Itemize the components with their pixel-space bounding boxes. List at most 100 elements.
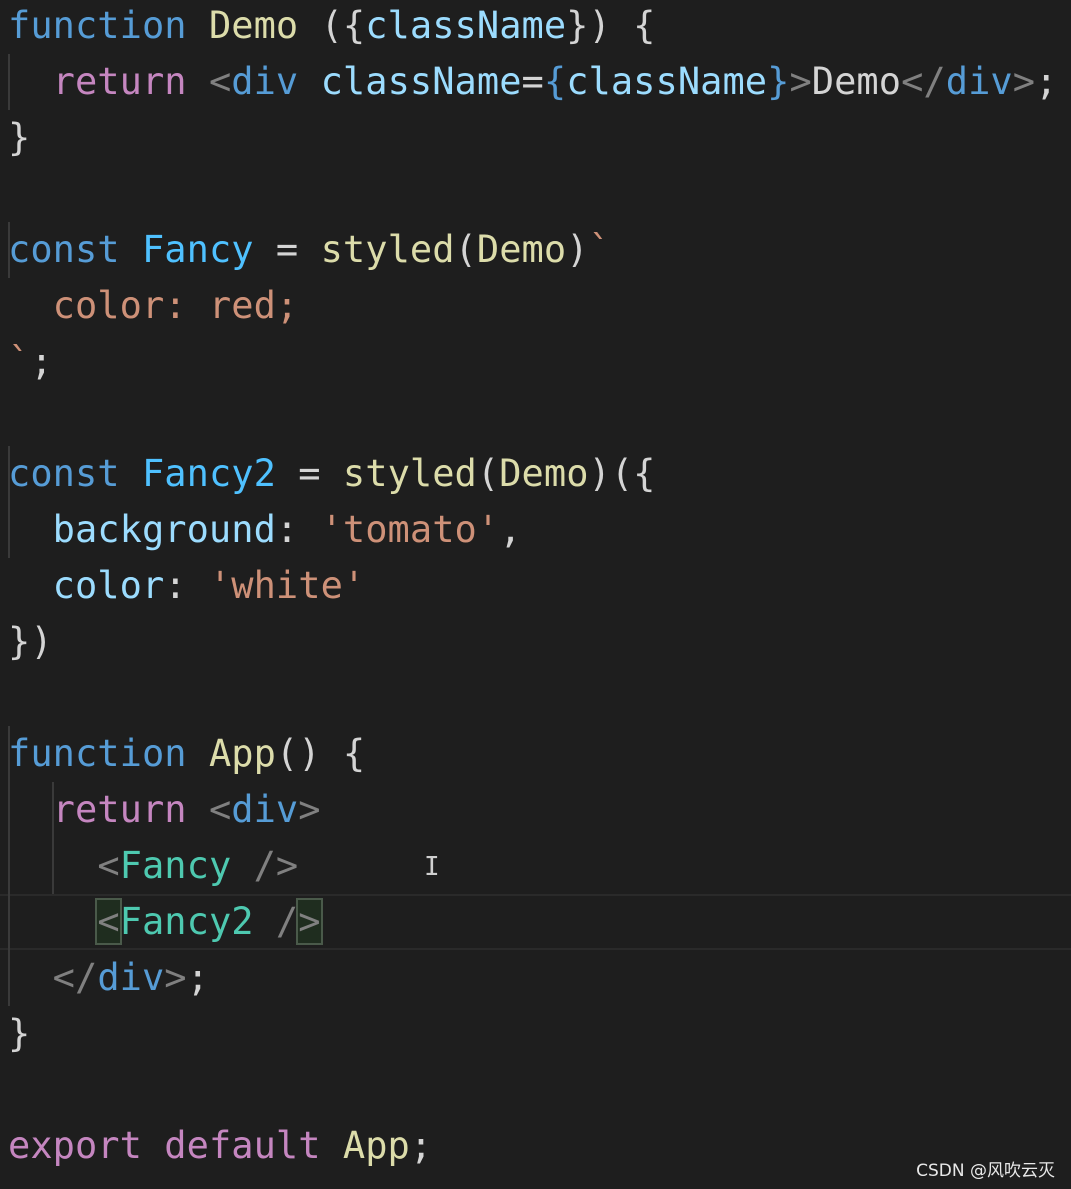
code-line-18[interactable]: </div>; <box>0 950 1071 1006</box>
code-line-9[interactable]: const Fancy2 = styled(Demo)({ <box>0 446 1071 502</box>
code-token-text: , <box>499 508 522 551</box>
code-line-6[interactable]: color: red; <box>0 278 1071 334</box>
code-token-tag-punct: < <box>208 788 232 831</box>
code-token-keyword: div <box>97 956 165 999</box>
code-token-string: ` <box>588 228 611 271</box>
code-token-text: } <box>8 116 31 159</box>
code-token-text: )({ <box>588 452 656 495</box>
code-token-string: ` <box>8 340 31 383</box>
code-token-control: return <box>52 788 187 831</box>
code-token-control: export <box>8 1124 142 1167</box>
code-token-text: ) <box>566 228 589 271</box>
code-line-5[interactable]: const Fancy = styled(Demo)` <box>0 222 1071 278</box>
indent-guide <box>8 446 10 502</box>
code-token-variable: background <box>52 508 276 551</box>
code-line-16[interactable]: <Fancy /> <box>0 838 1071 894</box>
code-token-keyword: div <box>231 60 299 103</box>
code-token-function-name: App <box>208 732 276 775</box>
code-token-text: ( <box>454 228 477 271</box>
indent-guide <box>8 726 10 782</box>
code-token-string: color: red; <box>52 284 299 327</box>
code-line-1[interactable]: function Demo ({className}) { <box>0 0 1071 54</box>
code-line-17[interactable]: <Fancy2 /> <box>0 894 1071 950</box>
indent-guide <box>8 950 10 1006</box>
indent-guide <box>8 894 10 950</box>
code-token-text: ; <box>409 1124 433 1167</box>
code-token-string: 'tomato' <box>320 508 500 551</box>
code-token-text: = <box>253 228 321 271</box>
code-line-20[interactable] <box>0 1062 1071 1118</box>
code-token-string: 'white' <box>208 564 366 607</box>
code-token-text: : <box>275 508 321 551</box>
code-token-keyword: } <box>767 60 790 103</box>
code-token-variable: className <box>365 4 567 47</box>
indent-guide <box>8 502 10 558</box>
code-token-text: }) { <box>566 4 656 47</box>
indent-guide <box>8 838 10 894</box>
indent-guide <box>8 782 10 838</box>
code-token-tag-punct: < <box>95 898 122 945</box>
code-line-10[interactable]: background: 'tomato', <box>0 502 1071 558</box>
code-token-tag-punct: /> <box>231 844 299 887</box>
code-token-text: () { <box>275 732 366 775</box>
code-token-text: ( <box>476 452 500 495</box>
code-token-text: : <box>164 564 209 607</box>
code-line-2[interactable]: return <div className={className}>Demo</… <box>0 54 1071 110</box>
code-token-tag-punct: > <box>1012 60 1036 103</box>
code-token-constant: Fancy2 <box>141 452 276 495</box>
code-line-7[interactable]: `; <box>0 334 1071 390</box>
indent-guide <box>52 838 54 894</box>
code-line-12[interactable]: }) <box>0 614 1071 670</box>
code-token-component: Fancy <box>119 844 232 887</box>
code-token-variable: className <box>320 60 522 103</box>
code-token-constant: Fancy <box>141 228 254 271</box>
code-token-text: } <box>8 1012 31 1055</box>
code-editor[interactable]: function Demo ({className}) { return <di… <box>0 0 1071 1174</box>
code-token-text: = <box>521 60 544 103</box>
code-token-tag-punct: > <box>296 898 323 945</box>
code-line-4[interactable] <box>0 166 1071 222</box>
code-token-function-name: Demo <box>476 228 567 271</box>
code-token-keyword: const <box>8 452 120 495</box>
code-line-11[interactable]: color: 'white' <box>0 558 1071 614</box>
code-token-text: Demo <box>811 60 902 103</box>
code-token-tag-punct: </ <box>901 60 946 103</box>
code-line-19[interactable]: } <box>0 1006 1071 1062</box>
code-token-tag-punct: > <box>164 956 187 999</box>
code-token-component: Fancy2 <box>119 900 254 943</box>
code-line-8[interactable] <box>0 390 1071 446</box>
code-token-function-name: App <box>342 1124 410 1167</box>
code-token-tag-punct: </ <box>52 956 98 999</box>
code-token-tag-punct: > <box>789 60 812 103</box>
code-line-15[interactable]: return <div> <box>0 782 1071 838</box>
code-token-keyword: div <box>945 60 1013 103</box>
code-token-function-name: styled <box>320 228 455 271</box>
code-token-keyword: div <box>231 788 299 831</box>
text-cursor-icon: I <box>424 852 440 882</box>
indent-guide <box>8 222 10 278</box>
code-token-keyword: { <box>543 60 567 103</box>
code-token-text: ; <box>1035 60 1058 103</box>
code-token-tag-punct: / <box>253 900 299 943</box>
code-line-14[interactable]: function App() { <box>0 726 1071 782</box>
indent-guide <box>8 54 10 110</box>
code-line-21[interactable]: export default App; <box>0 1118 1071 1174</box>
code-line-3[interactable]: } <box>0 110 1071 166</box>
indent-guide <box>52 782 54 838</box>
code-line-13[interactable] <box>0 670 1071 726</box>
code-token-variable: color <box>52 564 165 607</box>
